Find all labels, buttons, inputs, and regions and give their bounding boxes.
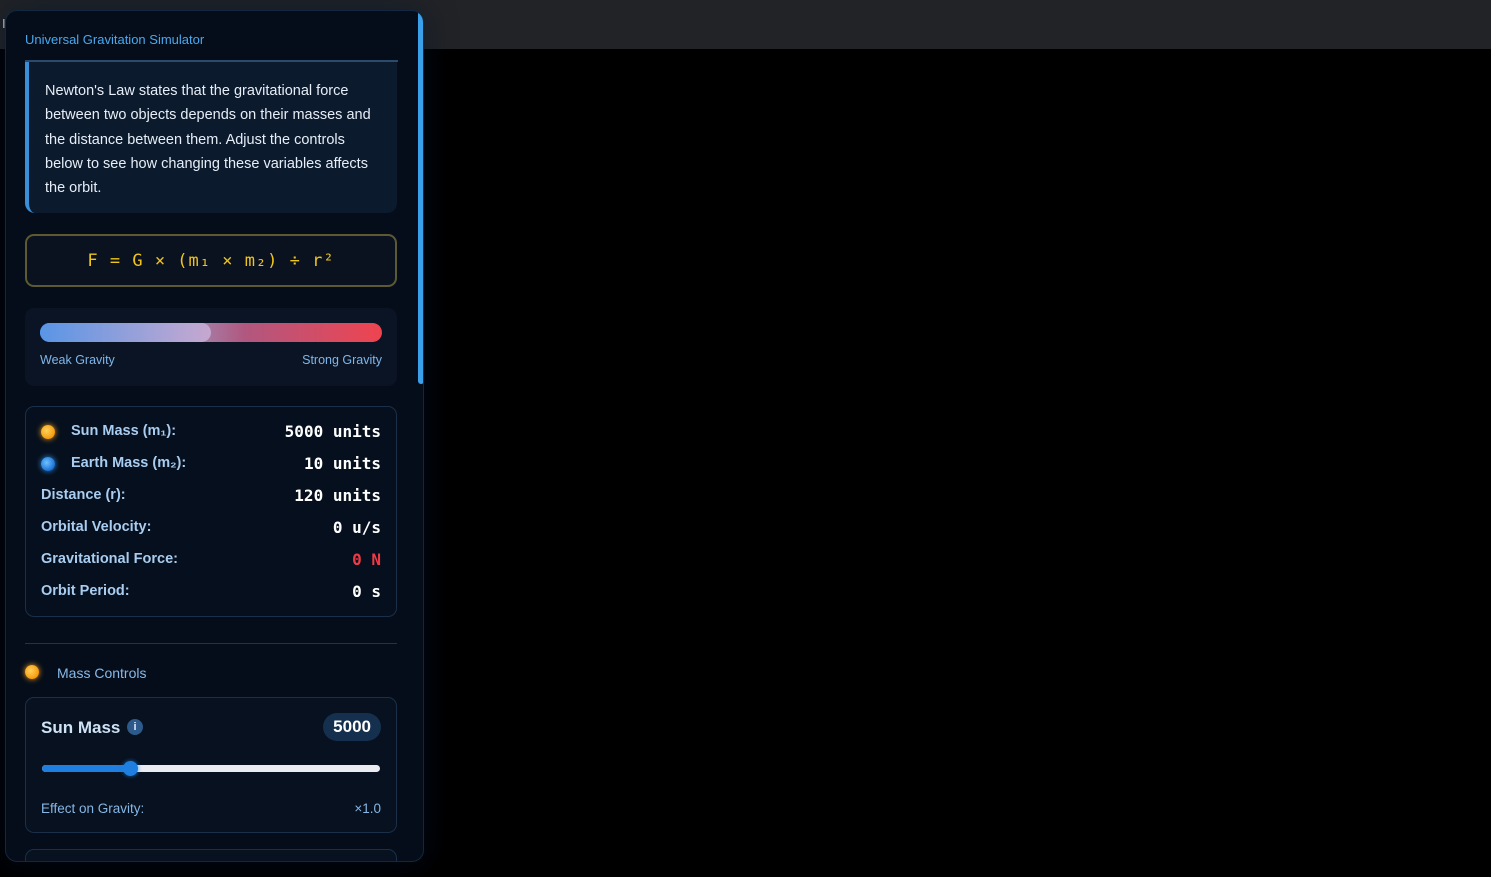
stat-label: Gravitational Force: bbox=[41, 551, 178, 567]
mass-section-dot-icon bbox=[25, 665, 39, 679]
panel-scrollbar[interactable] bbox=[418, 11, 423, 384]
stat-value: 0 u/s bbox=[332, 518, 381, 537]
info-icon[interactable]: i bbox=[127, 719, 143, 735]
slider-thumb[interactable] bbox=[122, 761, 138, 776]
stat-row-earth-mass: Earth Mass (m₂): 10 units bbox=[41, 452, 381, 476]
sun-mass-slider[interactable] bbox=[42, 761, 380, 776]
sun-mass-value-badge: 5000 bbox=[323, 713, 381, 741]
gravity-meter-fill bbox=[40, 323, 211, 342]
section-divider bbox=[25, 643, 397, 644]
sun-dot-icon bbox=[41, 425, 55, 439]
mass-controls-title: Mass Controls bbox=[57, 665, 147, 681]
earth-dot-icon bbox=[41, 457, 55, 471]
gravity-meter-track bbox=[40, 323, 382, 342]
effect-label: Effect on Gravity: bbox=[41, 801, 145, 816]
strong-gravity-label: Strong Gravity bbox=[302, 353, 382, 367]
stats-box: Sun Mass (m₁): 5000 units Earth Mass (m₂… bbox=[25, 406, 397, 617]
intro-text: Newton's Law states that the gravitation… bbox=[45, 83, 371, 197]
stat-row-orbit-period: Orbit Period: 0 s bbox=[41, 580, 381, 604]
stat-value: 0 N bbox=[352, 550, 381, 569]
effect-value: ×1.0 bbox=[354, 801, 381, 816]
stat-row-orbital-velocity: Orbital Velocity: 0 u/s bbox=[41, 516, 381, 540]
stat-row-gravitational-force: Gravitational Force: 0 N bbox=[41, 548, 381, 572]
stat-label: Earth Mass (m₂): bbox=[71, 455, 187, 471]
intro-box: Newton's Law states that the gravitation… bbox=[25, 62, 397, 213]
stat-value: 5000 units bbox=[284, 422, 381, 441]
stat-label: Orbital Velocity: bbox=[41, 519, 152, 535]
stat-value: 120 units bbox=[294, 486, 381, 505]
weak-gravity-label: Weak Gravity bbox=[40, 353, 115, 367]
stat-value: 10 units bbox=[303, 454, 381, 473]
gravity-meter: Weak Gravity Strong Gravity bbox=[25, 308, 397, 386]
stat-row-sun-mass: Sun Mass (m₁): 5000 units bbox=[41, 420, 381, 444]
formula-text: F = G × (m₁ × m₂) ÷ r² bbox=[87, 251, 335, 271]
stat-value: 0 s bbox=[352, 582, 381, 601]
sun-mass-label: Sun Mass bbox=[41, 718, 121, 737]
stat-row-distance: Distance (r): 120 units bbox=[41, 484, 381, 508]
next-control-card bbox=[25, 849, 397, 861]
panel-title: Universal Gravitation Simulator bbox=[25, 32, 205, 47]
sun-mass-control: Sun Mass i 5000 Effect on Gravity: ×1.0 bbox=[25, 697, 397, 833]
control-panel: Universal Gravitation Simulator Newton's… bbox=[5, 10, 424, 862]
stat-label: Distance (r): bbox=[41, 487, 126, 503]
stat-label: Orbit Period: bbox=[41, 583, 130, 599]
formula-box: F = G × (m₁ × m₂) ÷ r² bbox=[25, 234, 397, 287]
slider-fill bbox=[42, 765, 130, 772]
stat-label: Sun Mass (m₁): bbox=[71, 423, 177, 439]
